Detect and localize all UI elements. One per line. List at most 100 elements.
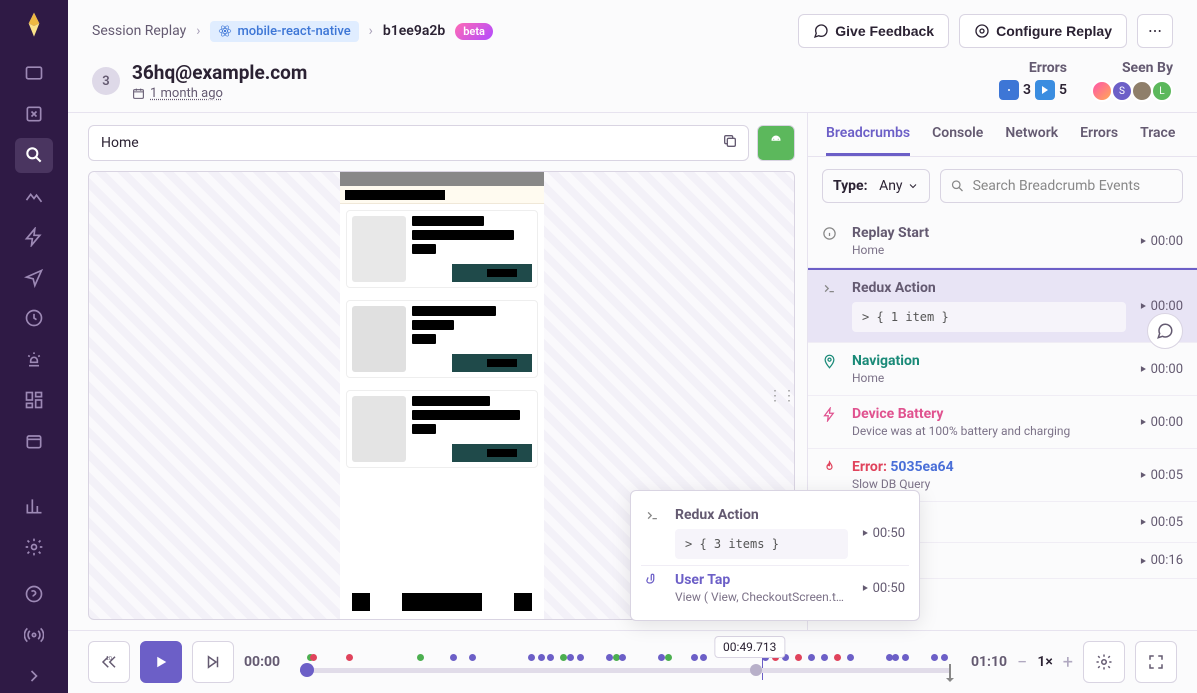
timeline-marker[interactable] [847, 654, 854, 661]
timeline-marker[interactable] [469, 654, 476, 661]
nav-discover-icon[interactable] [15, 424, 53, 459]
breadcrumb-search[interactable]: Search Breadcrumb Events [940, 169, 1183, 203]
breadcrumb-row[interactable]: User TapView ( View, CheckoutScreen.tsx … [641, 566, 909, 610]
bolt-icon [822, 407, 840, 438]
panel-tabs: BreadcrumbsConsoleNetworkErrorsTraceT [808, 113, 1197, 157]
zoom-out-button[interactable]: − [1017, 652, 1027, 673]
nav-releases-icon[interactable] [15, 260, 53, 295]
timeline-marker[interactable] [892, 654, 899, 661]
errors-label: Errors [999, 60, 1067, 76]
timeline-marker[interactable] [577, 654, 584, 661]
fire-icon [822, 460, 840, 491]
sentry-logo[interactable] [18, 10, 50, 42]
platform-icon [1035, 80, 1055, 100]
timeline-marker[interactable] [795, 654, 802, 661]
timeline-marker[interactable] [691, 654, 698, 661]
timeline-marker[interactable] [700, 654, 707, 661]
nav-projects-icon[interactable] [15, 56, 53, 91]
breadcrumb-row[interactable]: Replay StartHome 00:00 [808, 215, 1197, 268]
current-time: 00:00 [244, 654, 280, 670]
scrub-tooltip: 00:49.713 [714, 636, 785, 658]
timeline-marker[interactable] [902, 654, 909, 661]
crumb-time: 00:16 [1138, 553, 1183, 568]
chevron-icon: › [196, 23, 200, 39]
tab-console[interactable]: Console [932, 113, 983, 156]
next-button[interactable] [192, 641, 234, 683]
resize-handle[interactable]: ⋮⋮ [768, 388, 795, 404]
nav-settings-icon[interactable] [15, 530, 53, 565]
replay-timestamp[interactable]: 1 month ago [132, 86, 307, 101]
left-nav [0, 0, 68, 693]
configure-button[interactable]: Configure Replay [959, 14, 1127, 48]
timeline-marker[interactable] [346, 654, 353, 661]
nav-stats-icon[interactable] [15, 489, 53, 524]
breadcrumb-row[interactable]: NavigationHome 00:00 [808, 343, 1197, 396]
tab-breadcrumbs[interactable]: Breadcrumbs [826, 113, 910, 156]
player-controls: 10 00:00 00:49.713 [68, 630, 1197, 693]
nav-alerts-icon[interactable] [15, 342, 53, 377]
feedback-button[interactable]: Give Feedback [798, 14, 949, 48]
copy-icon[interactable] [722, 133, 738, 153]
tab-trace[interactable]: Trace [1140, 113, 1175, 156]
avatar [1131, 80, 1153, 102]
nav-collapse-icon[interactable] [15, 658, 53, 693]
timeline-marker[interactable] [310, 654, 317, 661]
nav-issues-icon[interactable] [15, 97, 53, 132]
terminal-icon [645, 508, 663, 559]
rewind-button[interactable]: 10 [88, 641, 130, 683]
seen-by-avatars: S L [1097, 80, 1173, 102]
breadcrumb-row[interactable]: Device BatteryDevice was at 100% battery… [808, 396, 1197, 449]
nav-search-icon[interactable] [15, 138, 53, 173]
timeline-marker[interactable] [567, 654, 574, 661]
timeline[interactable]: 00:49.713 [290, 652, 961, 673]
beta-badge: beta [455, 23, 493, 40]
duration: 01:10 [971, 654, 1007, 670]
react-icon [999, 80, 1019, 100]
url-display: Home [88, 125, 749, 161]
timeline-marker[interactable] [528, 654, 535, 661]
page-header: Session Replay › mobile-react-native › b… [68, 0, 1197, 113]
timeline-marker[interactable] [450, 654, 457, 661]
nav-activity-icon[interactable] [15, 301, 53, 336]
replay-count-badge: 3 [92, 67, 120, 95]
crumb-time: 00:00 [1138, 225, 1183, 257]
project-badge[interactable]: mobile-react-native [210, 21, 358, 42]
breadcrumb-row[interactable]: Redux Action> { 3 items } 00:50 [641, 501, 909, 566]
timeline-marker[interactable] [808, 654, 815, 661]
timeline-marker[interactable] [619, 654, 626, 661]
timeline-marker[interactable] [834, 654, 841, 661]
android-badge[interactable] [757, 125, 795, 161]
nav-broadcast-icon[interactable] [15, 617, 53, 652]
breadcrumb-root[interactable]: Session Replay [92, 23, 186, 39]
fullscreen-button[interactable] [1135, 641, 1177, 683]
timeline-marker[interactable] [931, 654, 938, 661]
tab-network[interactable]: Network [1005, 113, 1058, 156]
nav-replays-icon[interactable] [15, 219, 53, 254]
timeline-marker[interactable] [665, 654, 672, 661]
timeline-marker[interactable] [547, 654, 554, 661]
nav-dashboards-icon[interactable] [15, 383, 53, 418]
play-button[interactable] [140, 641, 182, 683]
timeline-marker[interactable] [538, 654, 545, 661]
timeline-marker[interactable] [606, 654, 613, 661]
timeline-marker[interactable] [417, 654, 424, 661]
breadcrumb-row[interactable]: Redux Action> { 1 item } 00:00 [808, 268, 1197, 343]
nav-performance-icon[interactable] [15, 179, 53, 214]
tab-errors[interactable]: Errors [1080, 113, 1118, 156]
replay-id: b1ee9a2b [383, 23, 445, 39]
crumb-time: 00:50 [860, 507, 905, 559]
errors-value: 3 5 [999, 80, 1067, 100]
seen-by-label: Seen By [1097, 60, 1173, 76]
type-filter[interactable]: Type: Any [822, 169, 930, 203]
settings-button[interactable] [1083, 641, 1125, 683]
info-icon [822, 226, 840, 257]
zoom-in-button[interactable]: + [1063, 652, 1073, 673]
timeline-marker[interactable] [941, 654, 948, 661]
more-button[interactable] [1137, 14, 1173, 48]
crumb-time: 00:50 [860, 572, 905, 604]
timeline-tooltip: Redux Action> { 3 items } 00:50 User Tap… [630, 490, 920, 621]
timeline-marker[interactable] [821, 654, 828, 661]
feedback-fab[interactable] [1147, 313, 1183, 349]
nav-help-icon[interactable] [15, 576, 53, 611]
avatar [1091, 80, 1113, 102]
